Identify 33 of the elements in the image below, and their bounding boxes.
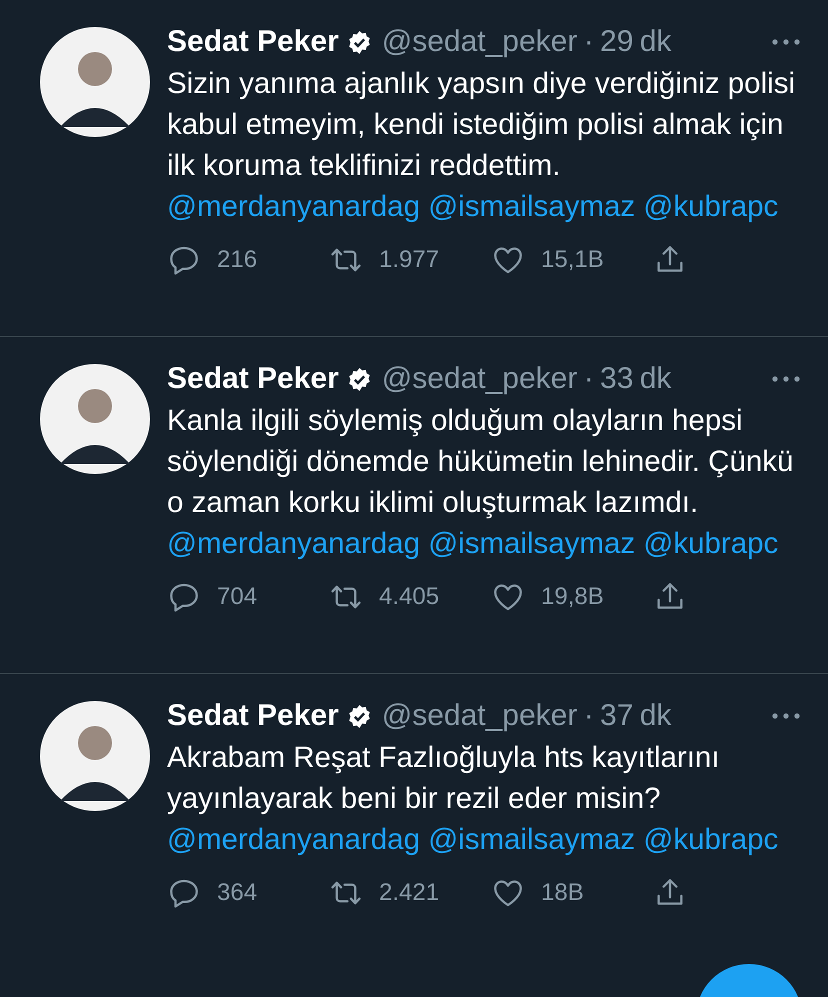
reply-count: 364	[217, 879, 258, 907]
like-count: 19,8B	[541, 583, 604, 611]
mention-link[interactable]: @ismailsaymaz	[428, 823, 636, 856]
handle-and-time: @sedat_peker · 33 dk	[382, 362, 672, 396]
avatar[interactable]	[40, 364, 150, 474]
mention-link[interactable]: @kubrapc	[643, 190, 778, 223]
mention-link[interactable]: @ismailsaymaz	[428, 527, 636, 560]
retweet-count: 4.405	[379, 583, 440, 611]
handle-and-time: @sedat_peker · 29 dk	[382, 25, 672, 59]
mention-link[interactable]: @kubrapc	[643, 823, 778, 856]
avatar[interactable]	[40, 27, 150, 137]
like-count: 15,1B	[541, 246, 604, 274]
like-count: 18B	[541, 879, 584, 907]
reply-count: 704	[217, 583, 258, 611]
author-name[interactable]: Sedat Peker	[167, 25, 339, 59]
tweet-text: Akrabam Reşat Fazlıoğluyla hts kayıtlarını yayınlayarak beni bir rezil eder misin? @merdanyanardag @ismailsaymaz @kubrapc	[167, 740, 780, 858]
mention-link[interactable]: @merdanyanardag	[167, 190, 420, 223]
reply-count: 216	[217, 246, 258, 274]
tweet-text: Kanla ilgili söylemiş olduğum olayların hepsi söylendiği dönemde hükümetin lehinedir. Çünkü o zaman korku iklimi oluşturmak lazımdı. @merdanyanardag @ismailsaymaz @kubrapc	[167, 403, 794, 562]
mention-link[interactable]: @kubrapc	[643, 527, 778, 560]
mention-link[interactable]: @merdanyanardag	[167, 527, 420, 560]
tweet-text: Sizin yanıma ajanlık yapsın diye verdiğiniz polisi kabul etmeyim, kendi istediğim polisi almak için ilk koruma teklifinizi reddettim. @merdanyanardag @ismailsaymaz @kubrapc	[167, 66, 796, 225]
more-icon[interactable]	[771, 375, 801, 383]
author-name[interactable]: Sedat Peker	[167, 699, 339, 733]
more-icon[interactable]	[771, 712, 801, 720]
avatar[interactable]	[40, 701, 150, 811]
retweet-count: 1.977	[379, 246, 440, 274]
author-name[interactable]: Sedat Peker	[167, 362, 339, 396]
mention-link[interactable]: @ismailsaymaz	[428, 190, 636, 223]
retweet-count: 2.421	[379, 879, 440, 907]
more-icon[interactable]	[771, 38, 801, 46]
mention-link[interactable]: @merdanyanardag	[167, 823, 420, 856]
handle-and-time: @sedat_peker · 37 dk	[382, 699, 672, 733]
